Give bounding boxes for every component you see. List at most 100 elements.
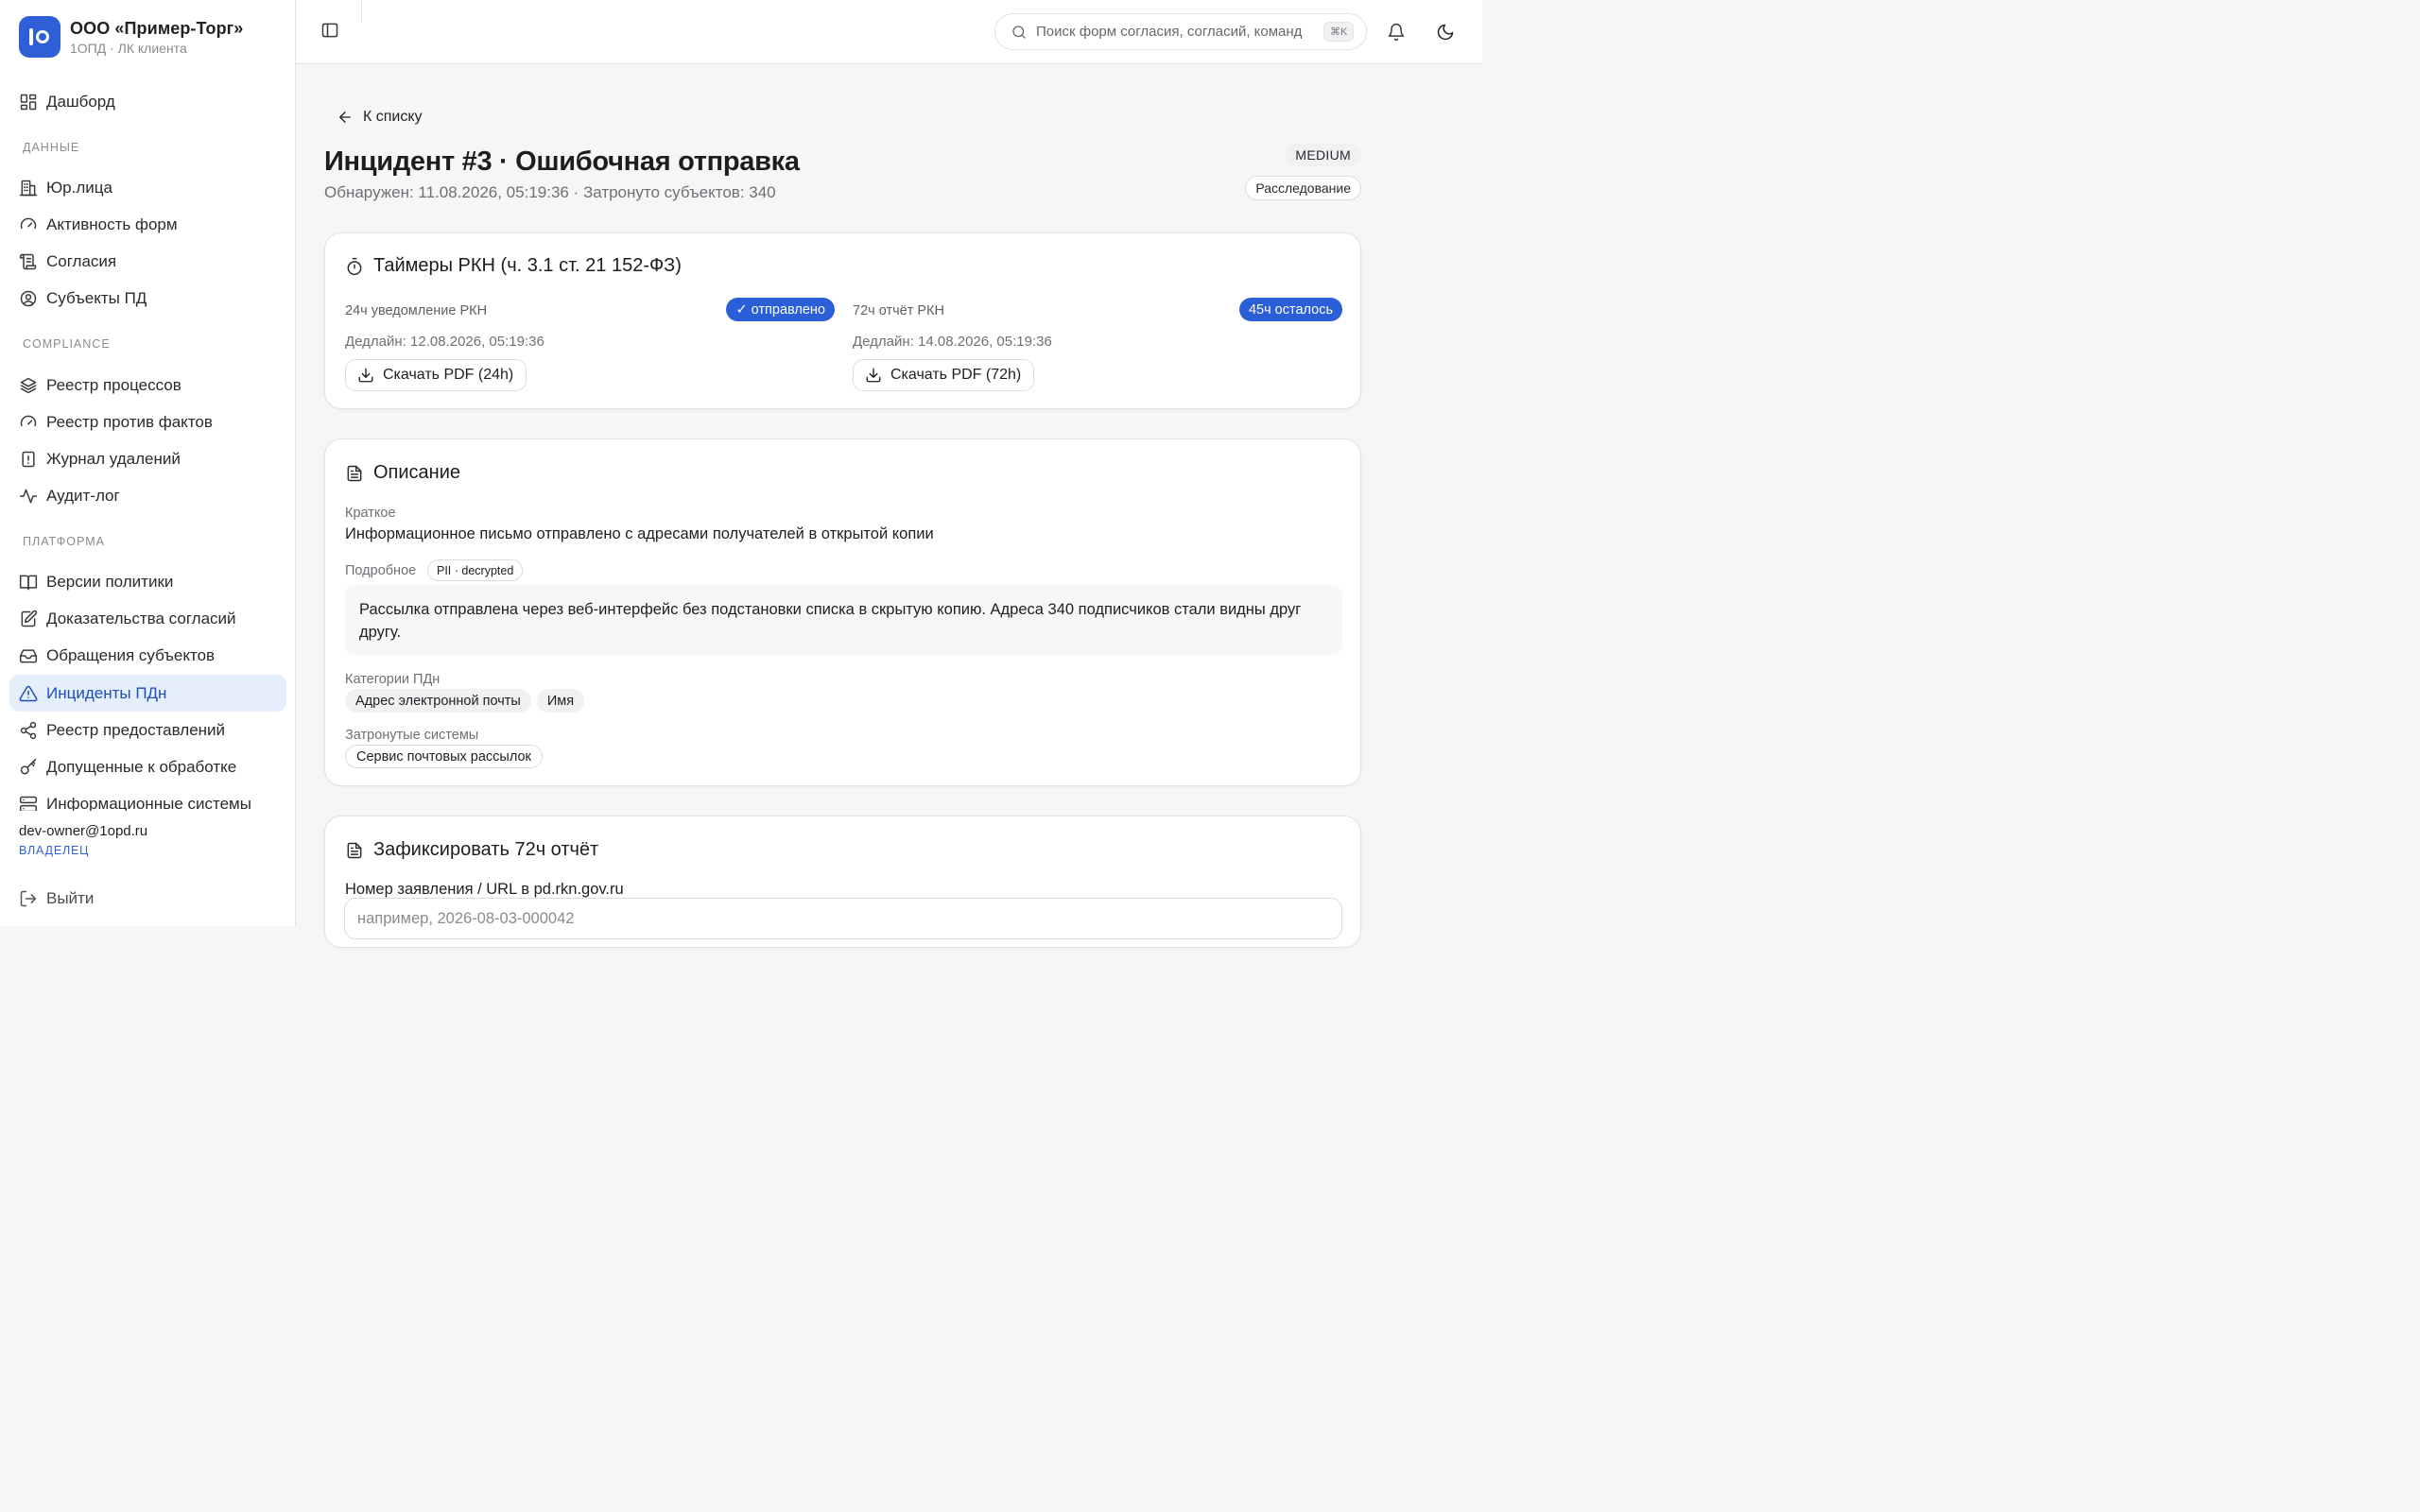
timers-card: Таймеры РКН (ч. 3.1 ст. 21 152-ФЗ) 24ч у… bbox=[324, 232, 1361, 409]
sidebar-item-label: Субъекты ПД bbox=[46, 288, 147, 307]
sidebar-item-label: Журнал удалений bbox=[46, 449, 181, 468]
timer-status-badge: 45ч осталось bbox=[1238, 298, 1342, 321]
user-circle-icon bbox=[20, 290, 37, 306]
affected-systems-list: Сервис почтовых рассылок bbox=[345, 745, 543, 768]
dashboard-icon bbox=[20, 94, 37, 110]
file-alert-icon bbox=[22, 451, 35, 467]
book-icon bbox=[19, 575, 38, 590]
sidebar-item-label: Активность форм bbox=[46, 215, 178, 233]
sidebar-item-authorized-processors[interactable]: Допущенные к обработке bbox=[9, 748, 286, 785]
sidebar-item-label: Согласия bbox=[46, 251, 117, 270]
nav-section-title: COMPLIANCE bbox=[23, 337, 111, 351]
moon-icon bbox=[1437, 24, 1454, 41]
sidebar-item-process-registry[interactable]: Реестр процессов bbox=[9, 367, 286, 404]
download-icon bbox=[358, 368, 373, 383]
bell-icon bbox=[1388, 23, 1405, 42]
download-icon bbox=[866, 368, 881, 383]
alert-triangle-icon bbox=[19, 685, 38, 701]
sidebar-item-label: Обращения субъектов bbox=[46, 645, 216, 664]
timer-label: 72ч отчёт РКН bbox=[853, 303, 944, 318]
logout-button[interactable]: Выйти bbox=[9, 880, 286, 917]
sidebar-item-legal-entities[interactable]: Юр.лица bbox=[9, 169, 286, 206]
download-pdf-24h-button[interactable]: Скачать PDF (24h) bbox=[345, 359, 527, 391]
sidebar-item-subject-requests[interactable]: Обращения субъектов bbox=[9, 637, 286, 674]
card-title-text: Описание bbox=[373, 462, 461, 483]
org-switcher[interactable]: ООО «Пример-Торг» 1ОПД · ЛК клиента bbox=[19, 16, 243, 58]
sidebar-item-label: Дашборд bbox=[46, 92, 115, 111]
timer-24h: 24ч уведомление РКН ✓ отправлено Дедлайн… bbox=[345, 298, 835, 392]
logout-label: Выйти bbox=[46, 888, 95, 907]
short-description: Информационное письмо отправлено с адрес… bbox=[345, 525, 934, 542]
file-edit-icon bbox=[21, 610, 38, 627]
user-role: ВЛАДЕЛЕЦ bbox=[19, 844, 90, 857]
sidebar-item-label: Версии политики bbox=[46, 572, 174, 591]
gauge-icon bbox=[20, 415, 37, 426]
sidebar-item-label: Реестр процессов bbox=[46, 375, 182, 394]
download-pdf-72h-button[interactable]: Скачать PDF (72h) bbox=[853, 359, 1035, 391]
sidebar-item-deletion-log[interactable]: Журнал удалений bbox=[9, 440, 286, 477]
sidebar-item-audit-log[interactable]: Аудит-лог bbox=[9, 477, 286, 514]
back-label: К списку bbox=[363, 109, 423, 125]
report-72h-card: Зафиксировать 72ч отчёт Номер заявления … bbox=[324, 816, 1361, 948]
building-icon bbox=[19, 180, 38, 196]
sidebar-item-label: Аудит-лог bbox=[46, 486, 120, 505]
report-number-label: Номер заявления / URL в pd.rkn.gov.ru bbox=[345, 881, 624, 898]
sidebar-item-label: Юр.лица bbox=[46, 178, 112, 197]
timer-icon bbox=[347, 257, 362, 275]
sidebar-item-consent-evidence[interactable]: Доказательства согласий bbox=[9, 600, 286, 637]
timer-status-badge: ✓ отправлено bbox=[726, 298, 835, 321]
sidebar-item-form-activity[interactable]: Активность форм bbox=[9, 206, 286, 243]
sidebar-item-label: Инциденты ПДн bbox=[46, 683, 167, 702]
org-subtitle: 1ОПД · ЛК клиента bbox=[70, 40, 187, 56]
arrow-left-icon bbox=[339, 112, 351, 123]
gauge-icon bbox=[20, 217, 37, 229]
report-number-input[interactable] bbox=[344, 898, 1342, 939]
app-logo bbox=[19, 16, 60, 58]
layers-icon bbox=[20, 377, 37, 393]
categories-label: Категории ПДн bbox=[345, 672, 441, 687]
pii-decrypted-badge: PII · decrypted bbox=[427, 559, 524, 581]
system-chip: Сервис почтовых рассылок bbox=[345, 745, 543, 768]
notifications-button[interactable] bbox=[1387, 23, 1406, 42]
button-label: Скачать PDF (24h) bbox=[383, 367, 514, 383]
sidebar: ООО «Пример-Торг» 1ОПД · ЛК клиента Дашб… bbox=[0, 0, 296, 926]
timers-card-title: Таймеры РКН (ч. 3.1 ст. 21 152-ФЗ) bbox=[345, 255, 682, 277]
detailed-description: Рассылка отправлена через веб-интерфейс … bbox=[345, 585, 1342, 655]
incident-meta: Обнаружен: 11.08.2026, 05:19:36 · Затрон… bbox=[324, 183, 776, 201]
systems-label: Затронутые системы bbox=[345, 728, 479, 743]
report-card-title: Зафиксировать 72ч отчёт bbox=[345, 839, 598, 861]
sidebar-toggle-icon bbox=[321, 23, 338, 38]
pd-categories-list: Адрес электронной почты Имя bbox=[345, 689, 585, 713]
category-chip: Адрес электронной почты bbox=[345, 689, 531, 713]
sidebar-item-label: Доказательства согласий bbox=[46, 609, 236, 627]
sidebar-item-subjects[interactable]: Субъекты ПД bbox=[9, 280, 286, 317]
sidebar-item-disclosure-registry[interactable]: Реестр предоставлений bbox=[9, 712, 286, 748]
sidebar-toggle-button[interactable] bbox=[320, 21, 339, 40]
description-card: Описание Краткое Информационное письмо о… bbox=[324, 438, 1361, 786]
scroll-icon bbox=[19, 253, 37, 269]
search-placeholder: Поиск форм согласия, согласий, команд bbox=[1036, 24, 1303, 40]
inbox-icon bbox=[19, 648, 38, 662]
sidebar-item-label: Реестр против фактов bbox=[46, 412, 213, 431]
logout-icon bbox=[20, 890, 37, 906]
sidebar-item-label: Реестр предоставлений bbox=[46, 720, 226, 739]
search-icon bbox=[1012, 25, 1026, 39]
back-to-list-link[interactable]: К списку bbox=[337, 109, 423, 126]
category-chip: Имя bbox=[536, 689, 585, 713]
timer-label: 24ч уведомление РКН bbox=[345, 303, 488, 318]
key-icon bbox=[20, 758, 37, 774]
search-input[interactable]: Поиск форм согласия, согласий, команд ⌘K bbox=[994, 13, 1367, 50]
sidebar-item-policy-versions[interactable]: Версии политики bbox=[9, 563, 286, 600]
sidebar-item-registry-vs-facts[interactable]: Реестр против фактов bbox=[9, 404, 286, 440]
theme-toggle-button[interactable] bbox=[1436, 23, 1455, 42]
status-badge: Расследование bbox=[1245, 176, 1361, 200]
timer-deadline: Дедлайн: 14.08.2026, 05:19:36 bbox=[853, 334, 1052, 350]
sidebar-item-dashboard[interactable]: Дашборд bbox=[9, 83, 286, 120]
card-title-text: Таймеры РКН (ч. 3.1 ст. 21 152-ФЗ) bbox=[373, 255, 682, 276]
org-name: ООО «Пример-Торг» bbox=[70, 18, 244, 38]
share-icon bbox=[20, 721, 37, 739]
description-card-title: Описание bbox=[345, 462, 460, 484]
sidebar-item-consents[interactable]: Согласия bbox=[9, 243, 286, 280]
file-text-icon bbox=[347, 465, 362, 481]
sidebar-item-incidents[interactable]: Инциденты ПДн bbox=[9, 675, 286, 712]
